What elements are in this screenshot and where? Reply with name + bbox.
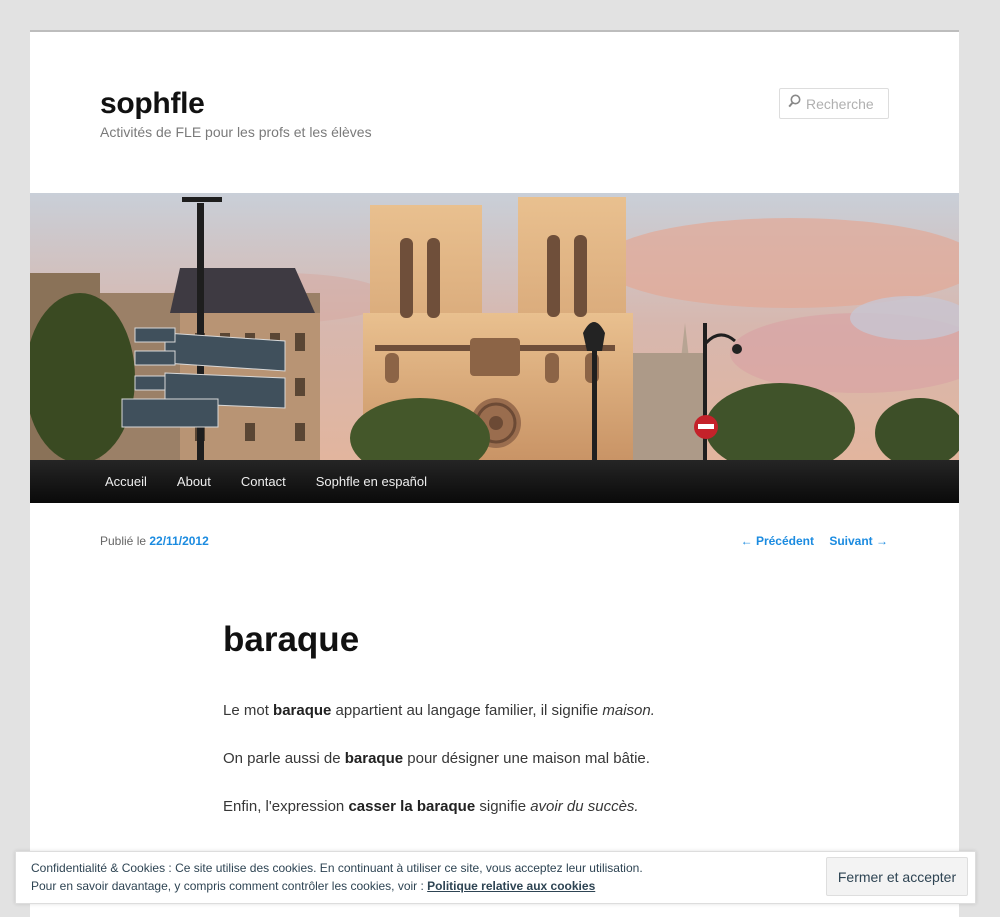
post-date-link[interactable]: 22/11/2012 [149,534,208,548]
published-prefix: Publié le [100,534,147,548]
cookie-policy-link[interactable]: Politique relative aux cookies [427,879,595,893]
previous-post-link[interactable]: ← Précédent [741,534,814,548]
post-paragraph-3: Enfin, l'expression casser la baraque si… [223,798,639,815]
header-image[interactable] [30,193,959,460]
post-paragraph-2: On parle aussi de baraque pour désigner … [223,750,650,767]
nav-item-about[interactable]: About [162,460,226,503]
post-title: baraque [223,620,360,659]
cookie-notice-text: Confidentialité & Cookies : Ce site util… [31,859,643,895]
next-post-link[interactable]: Suivant → [829,534,888,548]
cookie-line-1: Confidentialité & Cookies : Ce site util… [31,861,643,875]
main-navigation: Accueil About Contact Sophfle en español [30,460,959,503]
cookie-line-2: Pour en savoir davantage, y compris comm… [31,879,596,893]
search-icon [788,94,801,113]
nav-item-contact[interactable]: Contact [226,460,301,503]
post-published-date: Publié le 22/11/2012 [100,534,209,548]
nav-item-accueil[interactable]: Accueil [90,460,162,503]
search-input[interactable] [806,95,884,112]
post-navigation: ← Précédent Suivant → [729,534,888,548]
page: sophfle Activités de FLE pour les profs … [30,30,959,917]
nav-item-sophfle-espanol[interactable]: Sophfle en español [301,460,442,503]
post-paragraph-1: Le mot baraque appartient au langage fam… [223,702,655,719]
site-description: Activités de FLE pour les profs et les é… [100,124,372,140]
site-title[interactable]: sophfle [100,87,205,121]
close-and-accept-button[interactable]: Fermer et accepter [826,857,968,896]
cookie-banner: Confidentialité & Cookies : Ce site util… [15,851,976,904]
search-box[interactable] [779,88,889,119]
